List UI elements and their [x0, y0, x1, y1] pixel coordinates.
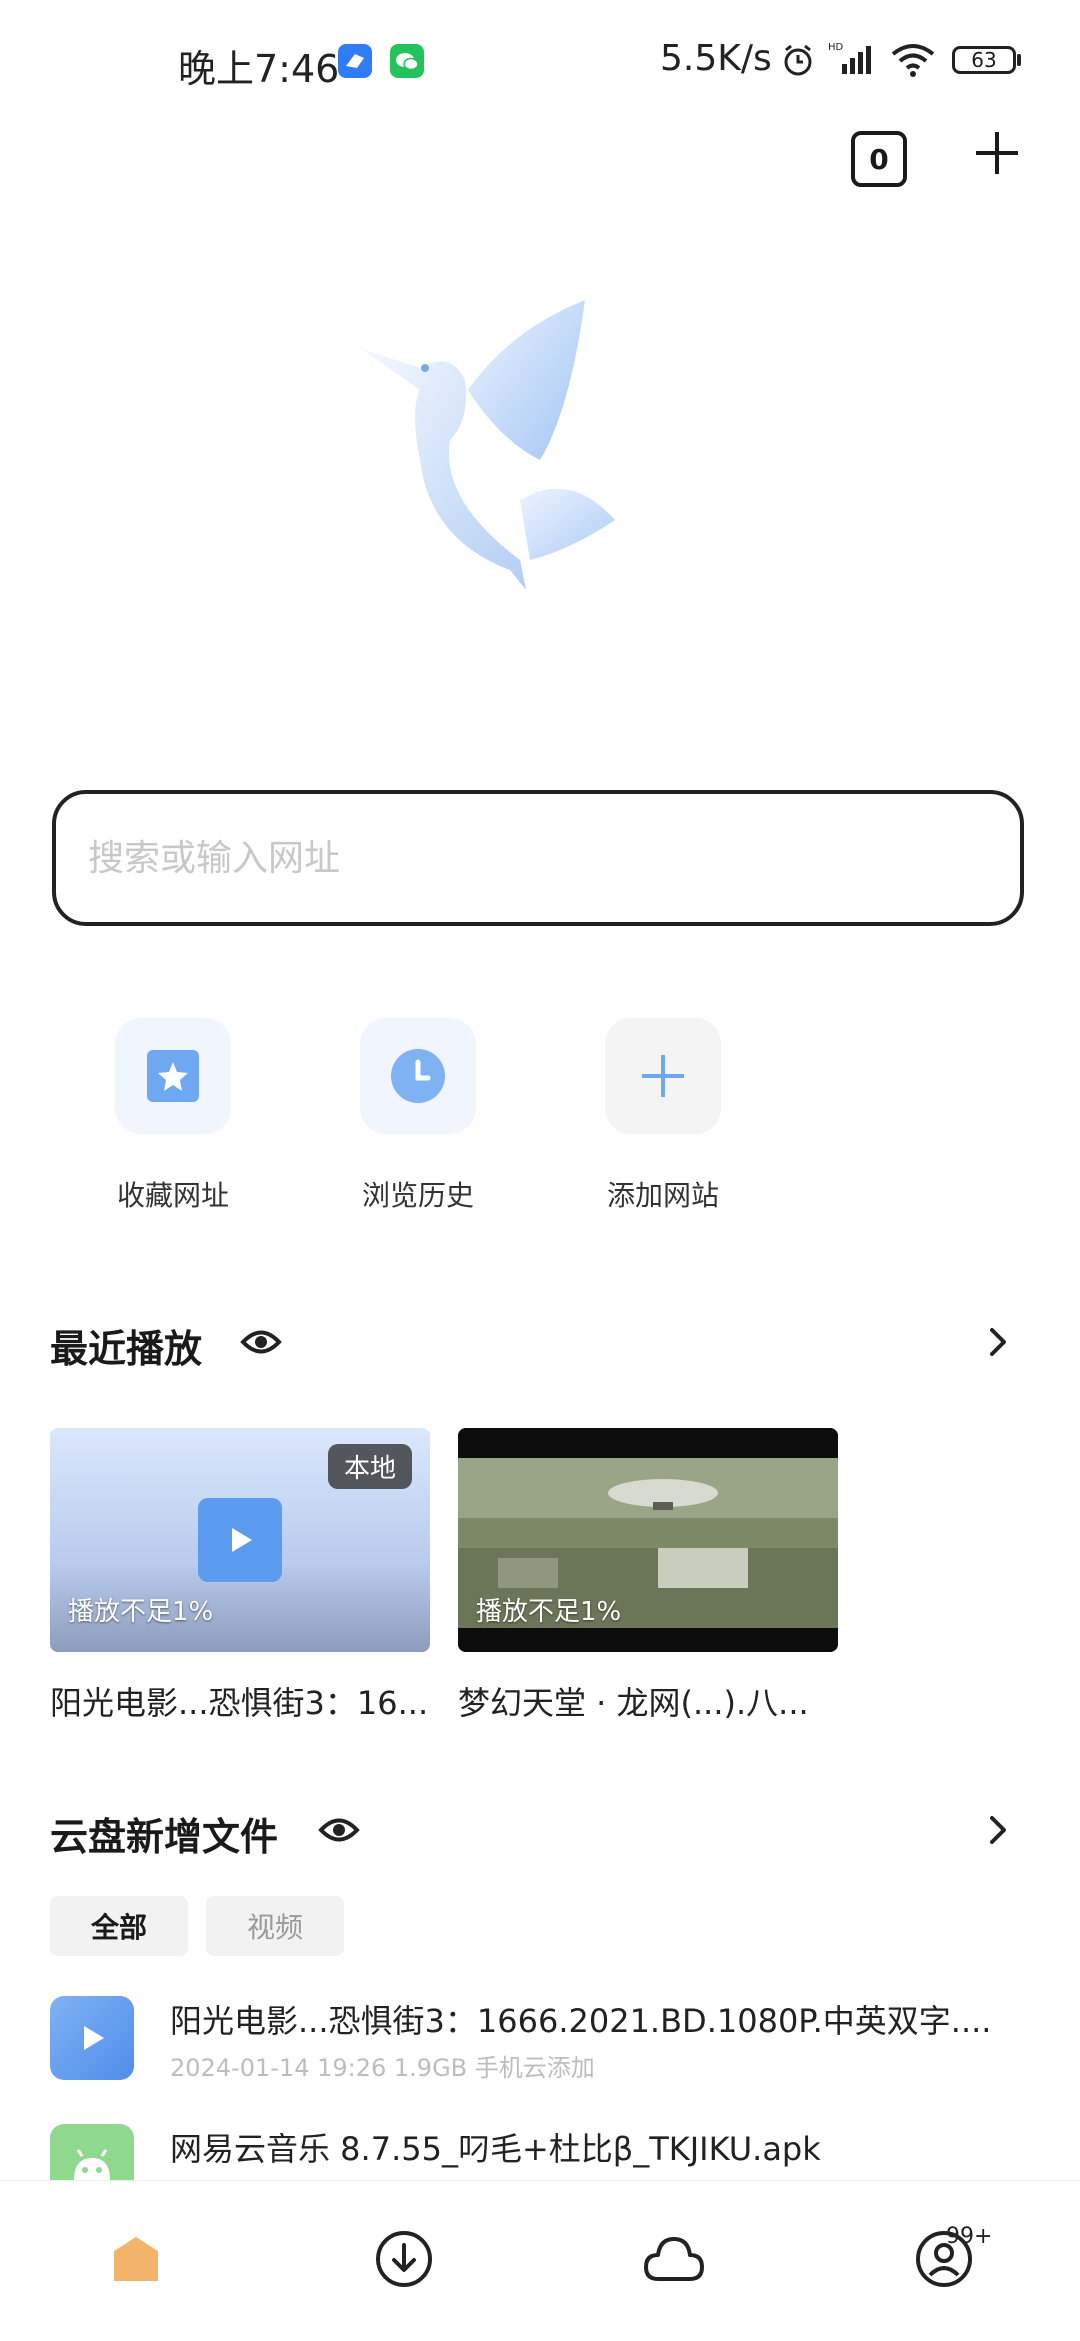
recent-card[interactable]: 播放不足1% 梦幻天堂 · 龙网(...).八...: [458, 1428, 838, 1724]
shortcut-label: 收藏网址: [116, 1179, 229, 1212]
history-clock-icon: [391, 1049, 445, 1103]
recent-more-chevron-icon[interactable]: [978, 1322, 1018, 1362]
battery-level: 63: [971, 48, 997, 72]
cloud-icon: [644, 2237, 704, 2281]
card-title: 梦幻天堂 · 龙网(...).八...: [458, 1684, 809, 1722]
nav-home[interactable]: [100, 2223, 172, 2295]
recent-plays-title: 最近播放: [50, 1327, 203, 1371]
file-name: 阳光电影...恐惧街3：1666.2021.BD.1080P.中英双字....: [170, 2002, 992, 2040]
filter-all-chip[interactable]: 全部: [50, 1896, 188, 1956]
shortcut-add-site[interactable]: 添加网站: [578, 1018, 748, 1214]
shortcut-history[interactable]: 浏览历史: [333, 1018, 503, 1214]
status-time: 晚上7:46: [178, 47, 340, 91]
signal-icon: HD: [828, 40, 878, 82]
battery-cap: [1017, 54, 1021, 66]
plus-icon: [642, 1055, 684, 1097]
add-site-tile: [605, 1018, 721, 1134]
video-file-icon: [50, 1996, 134, 2080]
cloud-files-title: 云盘新增文件: [50, 1815, 279, 1859]
play-progress: 播放不足1%: [68, 1597, 214, 1627]
file-meta: 2024-01-14 19:26 1.9GB 手机云添加: [170, 2054, 595, 2082]
filter-video-chip[interactable]: 视频: [206, 1896, 344, 1956]
play-progress: 播放不足1%: [476, 1597, 622, 1627]
wifi-icon: [890, 42, 936, 82]
recent-card[interactable]: 本地 播放不足1% 阳光电影...恐惧街3：16...: [50, 1428, 430, 1724]
plus-icon: [976, 132, 1018, 174]
history-tile: [360, 1018, 476, 1134]
shortcut-label: 浏览历史: [361, 1179, 474, 1212]
home-icon: [114, 2237, 158, 2281]
shortcut-label: 添加网站: [606, 1179, 719, 1212]
play-icon: [198, 1498, 282, 1582]
video-thumbnail: 播放不足1%: [458, 1428, 838, 1652]
search-box[interactable]: [52, 790, 1024, 926]
battery-indicator: 63: [952, 46, 1016, 74]
visibility-eye-icon[interactable]: [318, 1813, 360, 1851]
search-input[interactable]: [86, 836, 1020, 880]
tabs-button[interactable]: 0: [851, 131, 907, 187]
feishu-app-icon: [338, 44, 372, 78]
svg-text:HD: HD: [828, 42, 844, 53]
card-title: 阳光电影...恐惧街3：16...: [50, 1684, 429, 1722]
bottom-nav: [0, 2180, 1080, 2341]
shortcut-bookmarks[interactable]: 收藏网址: [88, 1018, 258, 1214]
video-thumbnail: 本地 播放不足1%: [50, 1428, 430, 1652]
file-name: 网易云音乐 8.7.55_叼毛+杜比β_TKJIKU.apk: [170, 2130, 821, 2168]
bookmark-star-icon: [147, 1050, 199, 1102]
local-badge: 本地: [327, 1444, 412, 1489]
alarm-icon: [780, 42, 816, 82]
nav-download[interactable]: [368, 2223, 440, 2295]
file-row[interactable]: 阳光电影...恐惧街3：1666.2021.BD.1080P.中英双字.... …: [50, 1996, 1030, 2086]
bookmark-tile: [115, 1018, 231, 1134]
wechat-app-icon: [390, 44, 424, 78]
cloud-more-chevron-icon[interactable]: [978, 1810, 1018, 1850]
visibility-eye-icon[interactable]: [240, 1325, 282, 1363]
new-tab-button[interactable]: [974, 130, 1020, 176]
nav-cloud[interactable]: [638, 2223, 710, 2295]
network-speed: 5.5K/s: [660, 38, 772, 79]
filter-label: 全部: [90, 1911, 147, 1944]
download-icon: [376, 2231, 432, 2287]
tab-count: 0: [869, 142, 889, 176]
profile-badge: 99+: [946, 2224, 993, 2249]
filter-label: 视频: [246, 1911, 303, 1944]
app-logo: [350, 290, 730, 670]
